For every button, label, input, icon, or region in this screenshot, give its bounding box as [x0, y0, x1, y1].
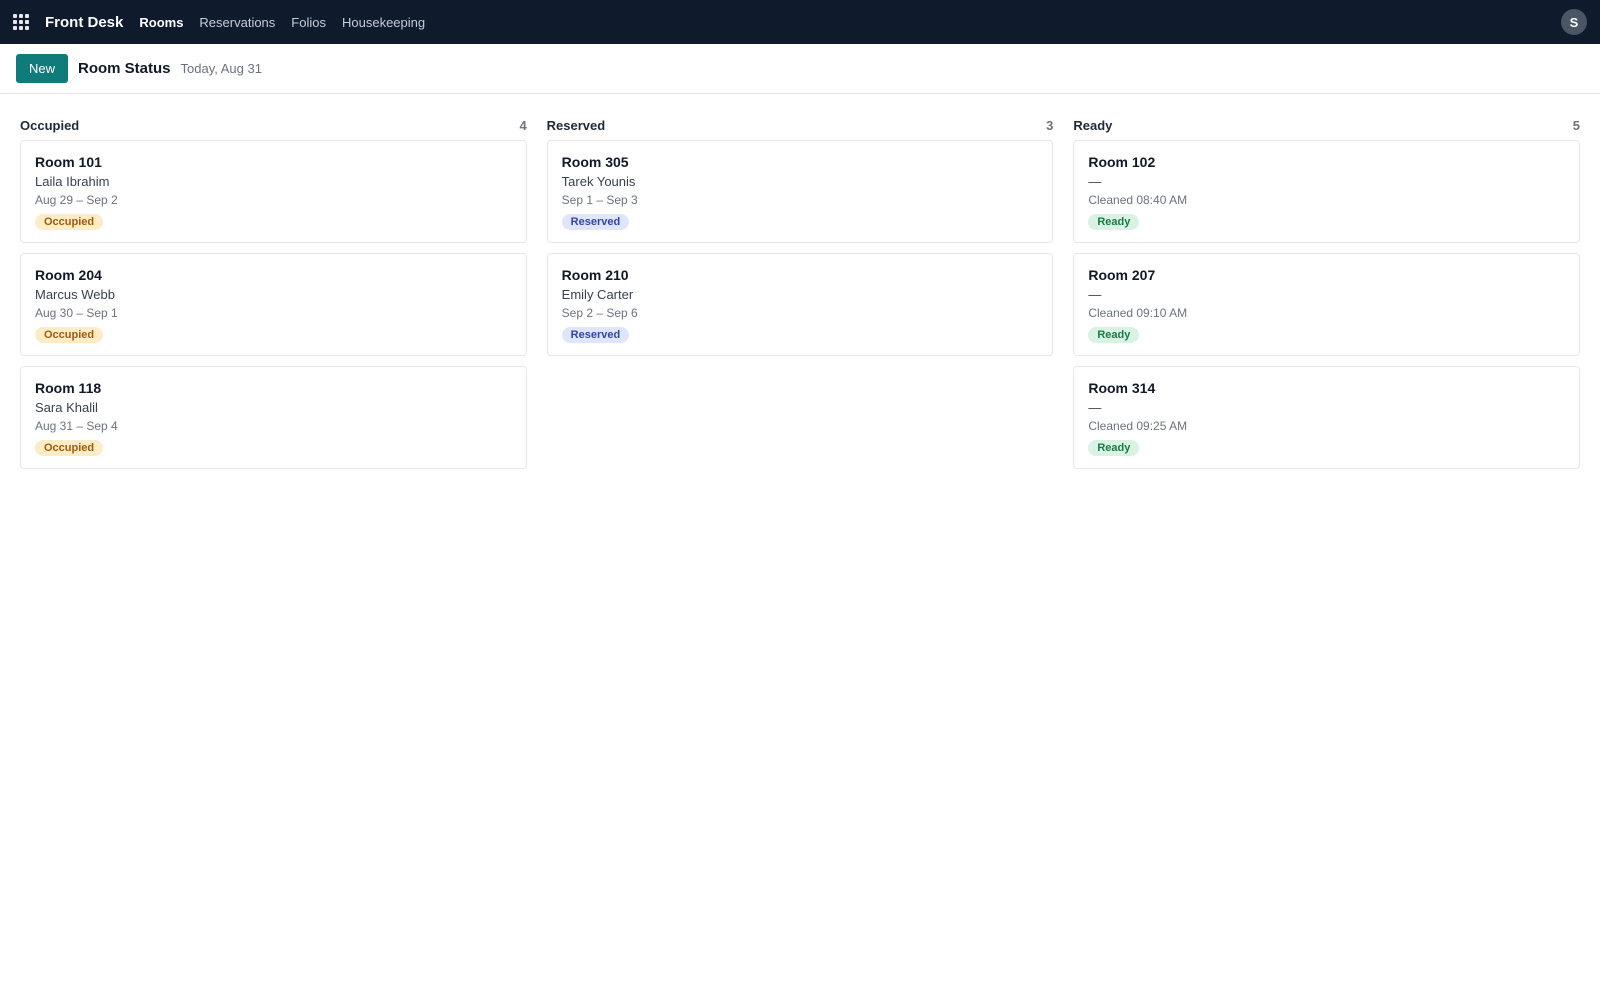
guest-name: Emily Carter: [561, 287, 634, 302]
room-number: Room 207: [1088, 267, 1156, 283]
room-number: Room 314: [1088, 380, 1156, 396]
app-grid-icon[interactable]: [13, 14, 29, 30]
room-number: Room 204: [35, 267, 102, 283]
page-title: Room Status: [78, 60, 171, 77]
status-badge: Occupied: [35, 440, 104, 456]
room-number: Room 101: [35, 154, 102, 170]
guest-name: —: [1088, 287, 1102, 302]
status-badge: Reserved: [561, 214, 630, 230]
status-badge: Ready: [1088, 214, 1140, 230]
column-ready: Ready 5 Room 102 — Cleaned 08:40 AM Read…: [1073, 114, 1581, 479]
top-navigation-bar: Front Desk Rooms Reservations Folios Hou…: [0, 0, 1600, 44]
guest-name: Laila Ibrahim: [35, 174, 110, 189]
column-occupied: Occupied 4 Room 101 Laila Ibrahim Aug 29…: [20, 114, 527, 479]
stay-dates: Aug 30 – Sep 1: [35, 306, 118, 320]
column-count: 4: [519, 117, 527, 133]
nav-rooms[interactable]: Rooms: [139, 15, 183, 30]
app-brand[interactable]: Front Desk: [45, 14, 123, 31]
nav-reservations[interactable]: Reservations: [199, 15, 275, 30]
guest-name: Marcus Webb: [35, 287, 115, 302]
cleaned-time: Cleaned 09:25 AM: [1088, 419, 1188, 433]
nav-folios[interactable]: Folios: [291, 15, 326, 30]
column-title: Ready: [1073, 117, 1113, 133]
nav-housekeeping[interactable]: Housekeeping: [342, 15, 425, 30]
status-badge: Occupied: [35, 327, 104, 343]
cleaned-time: Cleaned 09:10 AM: [1088, 306, 1188, 320]
control-bar: New Room Status Today, Aug 31: [0, 44, 1600, 94]
room-card[interactable]: Room 314 — Cleaned 09:25 AM Ready: [1073, 366, 1581, 469]
user-avatar[interactable]: S: [1561, 9, 1587, 35]
guest-name: —: [1088, 400, 1102, 415]
room-card[interactable]: Room 101 Laila Ibrahim Aug 29 – Sep 2 Oc…: [20, 140, 527, 243]
column-title: Reserved: [546, 117, 606, 133]
status-badge: Ready: [1088, 440, 1140, 456]
room-card[interactable]: Room 210 Emily Carter Sep 2 – Sep 6 Rese…: [546, 253, 1054, 356]
column-header: Reserved 3: [547, 114, 1054, 136]
stay-dates: Aug 31 – Sep 4: [35, 419, 118, 433]
new-button[interactable]: New: [16, 54, 69, 83]
guest-name: —: [1088, 174, 1102, 189]
room-number: Room 210: [561, 267, 629, 283]
room-number: Room 305: [561, 154, 629, 170]
column-count: 5: [1572, 117, 1581, 133]
column-count: 3: [1046, 117, 1054, 133]
stay-dates: Sep 1 – Sep 3: [561, 193, 638, 207]
stay-dates: Aug 29 – Sep 2: [35, 193, 118, 207]
column-header: Occupied 4: [20, 114, 527, 136]
guest-name: Sara Khalil: [35, 400, 98, 415]
room-card[interactable]: Room 207 — Cleaned 09:10 AM Ready: [1073, 253, 1581, 356]
status-badge: Occupied: [35, 214, 104, 230]
room-card[interactable]: Room 102 — Cleaned 08:40 AM Ready: [1073, 140, 1581, 243]
status-badge: Ready: [1088, 327, 1140, 343]
page-date: Today, Aug 31: [180, 61, 262, 76]
column-title: Occupied: [20, 117, 80, 133]
kanban-board: Occupied 4 Room 101 Laila Ibrahim Aug 29…: [0, 94, 1600, 479]
room-number: Room 102: [1088, 154, 1156, 170]
stay-dates: Sep 2 – Sep 6: [561, 306, 638, 320]
column-header: Ready 5: [1073, 114, 1580, 136]
status-badge: Reserved: [561, 327, 630, 343]
cleaned-time: Cleaned 08:40 AM: [1088, 193, 1188, 207]
room-card[interactable]: Room 305 Tarek Younis Sep 1 – Sep 3 Rese…: [546, 140, 1054, 243]
room-number: Room 118: [35, 380, 102, 396]
room-card[interactable]: Room 204 Marcus Webb Aug 30 – Sep 1 Occu…: [20, 253, 527, 356]
room-card[interactable]: Room 118 Sara Khalil Aug 31 – Sep 4 Occu…: [20, 366, 527, 469]
column-reserved: Reserved 3 Room 305 Tarek Younis Sep 1 –…: [546, 114, 1054, 479]
guest-name: Tarek Younis: [561, 174, 636, 189]
